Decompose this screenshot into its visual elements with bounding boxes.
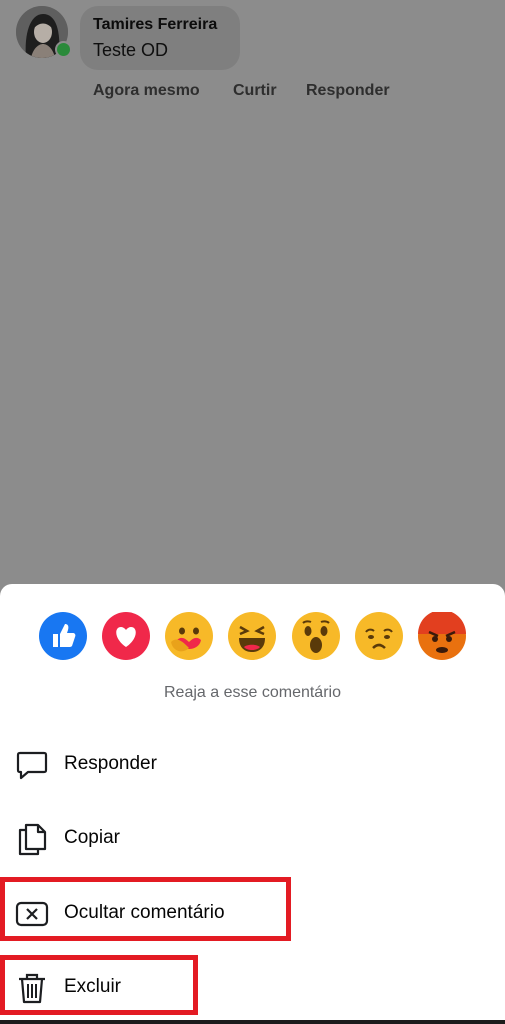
like-comment-link[interactable]: Curtir bbox=[233, 82, 277, 100]
reactions-bar bbox=[0, 610, 505, 662]
online-status-indicator bbox=[55, 41, 72, 58]
comment-actions-sheet: Reaja a esse comentário Responder Copiar bbox=[0, 584, 505, 1024]
haha-icon[interactable] bbox=[228, 612, 276, 660]
love-icon[interactable] bbox=[102, 612, 150, 660]
delete-highlight bbox=[0, 955, 198, 1015]
hide-comment-highlight bbox=[0, 877, 291, 941]
comment-timestamp: Agora mesmo bbox=[93, 82, 200, 99]
reply-comment-link[interactable]: Responder bbox=[306, 82, 390, 100]
wow-icon[interactable] bbox=[292, 612, 340, 660]
reply-menu-item[interactable]: Responder bbox=[0, 731, 505, 795]
care-icon[interactable] bbox=[165, 612, 213, 660]
comment-thread: Tamires Ferreira Teste OD Agora mesmo Cu… bbox=[0, 0, 505, 590]
reactions-hint: Reaja a esse comentário bbox=[164, 684, 341, 701]
bottom-edge-bar bbox=[0, 1020, 505, 1024]
copy-icon bbox=[14, 821, 50, 857]
copy-menu-item[interactable]: Copiar bbox=[0, 805, 505, 869]
speech-bubble-icon bbox=[14, 747, 50, 783]
reply-menu-label: Responder bbox=[64, 753, 157, 774]
comment-text: Teste OD bbox=[93, 40, 169, 60]
like-icon[interactable] bbox=[39, 612, 87, 660]
angry-icon[interactable] bbox=[418, 610, 466, 660]
comment-author[interactable]: Tamires Ferreira bbox=[93, 16, 217, 34]
sad-icon[interactable] bbox=[355, 612, 403, 660]
copy-menu-label: Copiar bbox=[64, 827, 120, 848]
comment-bubble[interactable]: Tamires Ferreira Teste OD bbox=[80, 6, 240, 70]
